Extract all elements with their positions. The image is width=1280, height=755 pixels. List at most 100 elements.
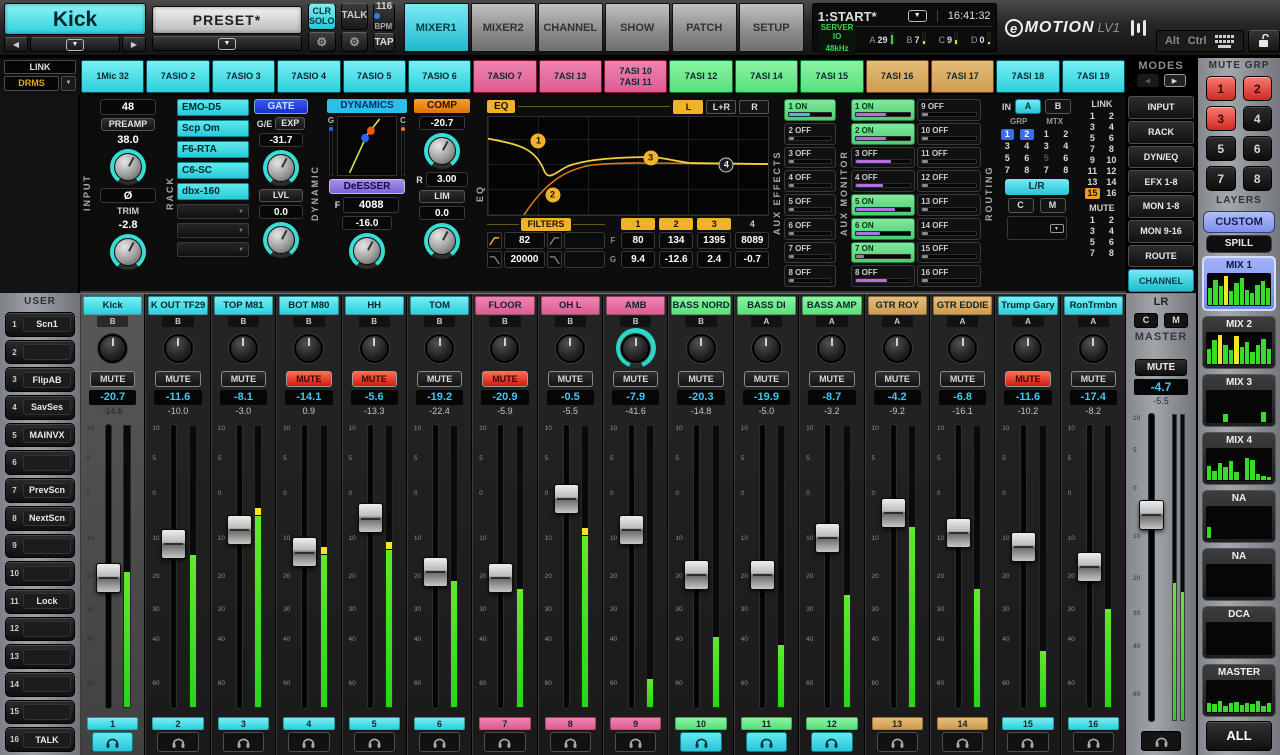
lpf-slope-value[interactable]	[564, 251, 605, 268]
aux-send[interactable]: 1 ON	[851, 99, 915, 121]
fader-cap[interactable]	[96, 563, 121, 593]
fader-cap[interactable]	[554, 484, 579, 514]
eq-point-2[interactable]: 2	[545, 188, 560, 203]
hpf-freq-value[interactable]: 82	[504, 232, 545, 249]
channel-name-button[interactable]: BASS DI	[737, 296, 796, 315]
eq-band-gain-2[interactable]: -12.6	[659, 251, 693, 268]
channel-name-button[interactable]: RonTrmbn	[1064, 296, 1123, 315]
aux-send-slider[interactable]	[921, 254, 977, 259]
mute-button[interactable]: MUTE	[1005, 371, 1050, 387]
gate-threshold-value[interactable]: -31.7	[259, 133, 303, 147]
mtx-7[interactable]: 7	[1040, 165, 1054, 176]
link-4[interactable]: 4	[1104, 122, 1119, 133]
grp-2[interactable]: 2	[1020, 129, 1034, 140]
fader-track[interactable]	[237, 425, 242, 708]
talk-settings-button[interactable]: ⚙	[341, 32, 369, 52]
solo-headphone-button[interactable]	[615, 732, 656, 752]
fader-cap[interactable]	[750, 560, 775, 590]
pan-knob[interactable]	[815, 331, 849, 365]
mtx-5[interactable]: 5	[1040, 153, 1054, 164]
layer-bank-na-4[interactable]: NA	[1202, 490, 1276, 543]
layer-bank-mix-2-1[interactable]: MIX 2	[1202, 316, 1276, 369]
aux-send[interactable]: 9 OFF	[917, 99, 981, 121]
lpf-freq-value[interactable]: 20000	[504, 251, 545, 268]
chevron-down-icon[interactable]: ▼	[61, 76, 76, 91]
user-button-10[interactable]: 10	[5, 561, 75, 586]
channel-tab[interactable]: 7ASI 107ASI 11	[604, 60, 667, 93]
user-button-16[interactable]: 16TALK	[5, 727, 75, 752]
eq-mode-lr[interactable]: L+R	[706, 100, 736, 114]
layer-bank-master-7[interactable]: MASTER	[1202, 664, 1276, 717]
mute-button[interactable]: MUTE	[678, 371, 723, 387]
master-fader-track[interactable]	[1149, 414, 1154, 721]
layer-bank-mix-1-0[interactable]: MIX 1	[1202, 256, 1276, 311]
channel-tab[interactable]: 7ASIO 2	[146, 60, 209, 93]
link-1[interactable]: 1	[1085, 111, 1100, 122]
solo-headphone-button[interactable]	[157, 732, 198, 752]
fader-cap[interactable]	[358, 503, 383, 533]
master-cue-button[interactable]: C	[1134, 313, 1158, 328]
mute-button[interactable]: MUTE	[417, 371, 462, 387]
aux-send-slider[interactable]	[788, 278, 832, 283]
aux-send[interactable]: 3 OFF	[851, 147, 915, 169]
channel-tab[interactable]: 7ASI 15	[800, 60, 863, 93]
channel-tab[interactable]: 7ASI 17	[931, 60, 994, 93]
eq-mode-r[interactable]: R	[739, 100, 769, 114]
solo-headphone-button[interactable]	[354, 732, 395, 752]
eq-band-chip-3[interactable]: 3	[697, 218, 731, 230]
link-14[interactable]: 14	[1104, 177, 1119, 188]
master-fader-cap[interactable]	[1139, 500, 1164, 530]
aux-send-slider[interactable]	[855, 112, 911, 117]
channel-tab[interactable]: 7ASI 16	[866, 60, 929, 93]
aux-send-slider[interactable]	[921, 183, 977, 188]
aux-send[interactable]: 8 OFF	[851, 265, 915, 287]
lr-assign-button[interactable]: L/R	[1005, 179, 1069, 195]
cue-button[interactable]: C	[1008, 198, 1034, 213]
user-button-9[interactable]: 9	[5, 534, 75, 559]
comp-makeup-knob[interactable]	[424, 223, 460, 259]
monitor-button[interactable]: M	[1040, 198, 1066, 213]
fader-track[interactable]	[891, 425, 896, 708]
fader-cap[interactable]	[946, 518, 971, 548]
aux-send[interactable]: 4 OFF	[784, 170, 836, 192]
tab-mixer1[interactable]: MIXER1	[404, 3, 469, 52]
link-15[interactable]: 15	[1085, 188, 1100, 199]
user-button-7[interactable]: 7PrevScn	[5, 478, 75, 503]
pan-knob[interactable]	[1011, 331, 1045, 365]
mute-button[interactable]: MUTE	[482, 371, 527, 387]
channel-tab[interactable]: 7ASIO 6	[408, 60, 471, 93]
link-group-display[interactable]: DRMS	[4, 76, 59, 91]
user-button-13[interactable]: 13	[5, 644, 75, 669]
fader-track[interactable]	[956, 425, 961, 708]
mode-dyn-eq[interactable]: DYN/EQ	[1128, 146, 1194, 169]
gate-lvl-button[interactable]: LVL	[259, 189, 303, 202]
mute-num-8[interactable]: 8	[1104, 248, 1119, 259]
channel-name-button[interactable]: TOM	[410, 296, 469, 315]
aux-send[interactable]: 4 OFF	[851, 170, 915, 192]
eq-mode-l[interactable]: L	[673, 100, 703, 114]
aux-send[interactable]: 5 ON	[851, 194, 915, 216]
phantom-48v-button[interactable]: 48	[100, 99, 156, 115]
fader-track[interactable]	[694, 425, 699, 708]
aux-send[interactable]: 13 OFF	[917, 194, 981, 216]
eq-band-freq-4[interactable]: 8089	[735, 232, 769, 249]
channel-tab[interactable]: 7ASI 14	[735, 60, 798, 93]
pan-knob[interactable]	[616, 328, 656, 368]
solo-headphone-button[interactable]	[877, 732, 918, 752]
fader-cap[interactable]	[488, 563, 513, 593]
aux-send-slider[interactable]	[788, 136, 832, 141]
channel-tab[interactable]: 7ASIO 4	[277, 60, 340, 93]
channel-name-button[interactable]: TOP M81	[214, 296, 273, 315]
aux-send-slider[interactable]	[855, 207, 911, 212]
mute-button[interactable]: MUTE	[809, 371, 854, 387]
link-12[interactable]: 12	[1104, 166, 1119, 177]
route-dropdown[interactable]: ▼	[1007, 216, 1067, 240]
mute-group-4[interactable]: 4	[1243, 106, 1273, 131]
eq-band-freq-2[interactable]: 134	[659, 232, 693, 249]
mode-mon-1-8[interactable]: MON 1-8	[1128, 195, 1194, 218]
exp-button[interactable]: EXP	[275, 117, 305, 130]
mute-group-5[interactable]: 5	[1206, 136, 1236, 161]
lpf-icon[interactable]	[487, 251, 502, 268]
fader-track[interactable]	[760, 425, 765, 708]
channel-name-button[interactable]: AMB	[606, 296, 665, 315]
